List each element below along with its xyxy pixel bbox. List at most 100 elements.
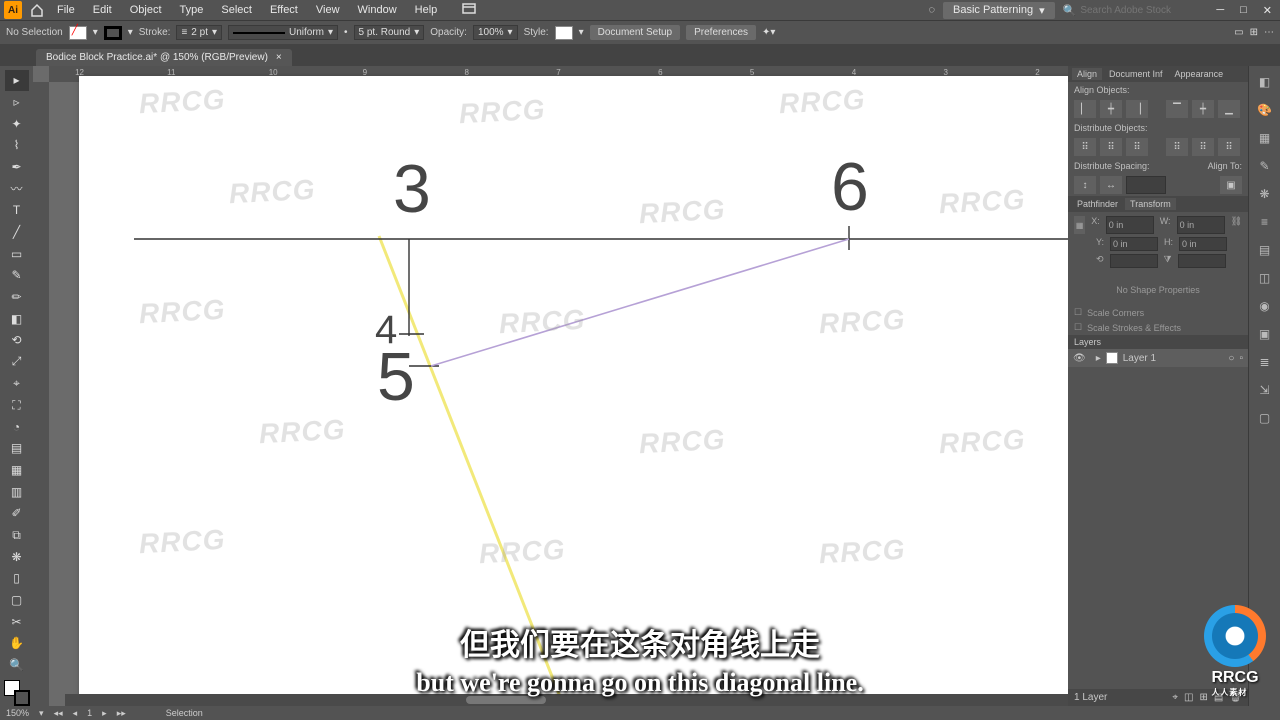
menu-effect[interactable]: Effect: [261, 4, 307, 16]
align-vcenter-button[interactable]: ┿: [1192, 100, 1214, 118]
tab-document-info[interactable]: Document Inf: [1104, 68, 1168, 80]
disclosure-icon[interactable]: ▸: [1096, 353, 1101, 364]
dist-vcenter-button[interactable]: ⠿: [1100, 138, 1122, 156]
shear-input[interactable]: [1178, 254, 1226, 268]
stroke-color-swatch[interactable]: [14, 690, 30, 706]
stroke-swatch[interactable]: [104, 26, 122, 40]
artboard-prev-icon[interactable]: ◂◂: [54, 708, 63, 719]
panel-menu-icon[interactable]: ⋯: [1264, 27, 1274, 38]
chevron-down-icon[interactable]: ▾: [128, 27, 133, 38]
align-hcenter-button[interactable]: ┿: [1100, 100, 1122, 118]
dist-space-v-button[interactable]: ↕: [1074, 176, 1096, 194]
stroke-profile-dropdown[interactable]: 5 pt. Round▾: [354, 25, 425, 40]
gradient-tool[interactable]: ▥: [5, 481, 29, 502]
stroke-weight-input[interactable]: ≡2 pt▾: [176, 25, 222, 40]
properties-panel-icon[interactable]: ◧: [1255, 72, 1275, 92]
tab-align[interactable]: Align: [1072, 68, 1102, 80]
h-input[interactable]: [1179, 237, 1227, 251]
layers-panel-header[interactable]: Layers: [1068, 335, 1248, 349]
new-sublayer-icon[interactable]: ⊞: [1199, 692, 1207, 703]
chevron-down-icon[interactable]: ▾: [93, 27, 98, 38]
visibility-icon[interactable]: 👁: [1073, 353, 1086, 364]
transform-button[interactable]: ✦▾: [762, 27, 775, 38]
document-tab[interactable]: Bodice Block Practice.ai* @ 150% (RGB/Pr…: [36, 49, 292, 66]
artboard-prev-icon[interactable]: ◂: [73, 708, 78, 719]
direct-selection-tool[interactable]: ▹: [5, 92, 29, 113]
tab-transform[interactable]: Transform: [1125, 198, 1176, 210]
scale-tool[interactable]: ⤢: [5, 352, 29, 373]
fill-stroke-control[interactable]: [4, 680, 30, 706]
artboard-number[interactable]: 1: [87, 708, 92, 718]
menu-view[interactable]: View: [307, 4, 349, 16]
menu-select[interactable]: Select: [212, 4, 261, 16]
align-bottom-button[interactable]: ▁: [1218, 100, 1240, 118]
dist-right-button[interactable]: ⠿: [1218, 138, 1240, 156]
menu-help[interactable]: Help: [406, 4, 447, 16]
free-transform-tool[interactable]: ⛶: [5, 395, 29, 416]
transparency-panel-icon[interactable]: ◫: [1255, 268, 1275, 288]
graphic-style-swatch[interactable]: [555, 26, 573, 40]
checkbox[interactable]: ☐: [1074, 322, 1082, 333]
line-tool[interactable]: ╱: [5, 222, 29, 243]
menu-object[interactable]: Object: [121, 4, 171, 16]
column-graph-tool[interactable]: ▯: [5, 568, 29, 589]
minimize-button[interactable]: ─: [1208, 4, 1232, 16]
align-right-button[interactable]: ▕: [1126, 100, 1148, 118]
dist-top-button[interactable]: ⠿: [1074, 138, 1096, 156]
target-icon[interactable]: ○: [1228, 353, 1234, 364]
locate-layer-icon[interactable]: ⌖: [1172, 692, 1178, 703]
perspective-tool[interactable]: ▤: [5, 438, 29, 459]
ruler-vertical[interactable]: [33, 82, 49, 706]
lasso-tool[interactable]: ⌇: [5, 135, 29, 156]
rectangle-tool[interactable]: ▭: [5, 243, 29, 264]
layers-panel-icon[interactable]: ≣: [1255, 352, 1275, 372]
zoom-tool[interactable]: 🔍: [5, 655, 29, 676]
artboard-tool[interactable]: ▢: [5, 590, 29, 611]
stock-search-input[interactable]: [1080, 5, 1200, 16]
stroke-style-dropdown[interactable]: Uniform▾: [228, 25, 338, 40]
maximize-button[interactable]: □: [1232, 4, 1255, 16]
asset-export-panel-icon[interactable]: ⇲: [1255, 380, 1275, 400]
type-tool[interactable]: T: [5, 200, 29, 221]
panel-toggle-icon[interactable]: ⊞: [1250, 27, 1258, 38]
brushes-panel-icon[interactable]: ✎: [1255, 156, 1275, 176]
document-setup-button[interactable]: Document Setup: [590, 25, 681, 40]
zoom-level[interactable]: 150%: [6, 708, 29, 718]
layer-name[interactable]: Layer 1: [1123, 353, 1156, 364]
mesh-tool[interactable]: ▦: [5, 460, 29, 481]
artboard-next-icon[interactable]: ▸▸: [117, 708, 126, 719]
menu-file[interactable]: File: [48, 4, 84, 16]
x-input[interactable]: [1106, 216, 1154, 234]
tab-appearance[interactable]: Appearance: [1170, 68, 1229, 80]
dist-spacing-input[interactable]: [1126, 176, 1166, 194]
scrollbar-thumb[interactable]: [466, 696, 546, 704]
link-icon[interactable]: ⛓: [1231, 216, 1242, 234]
symbols-panel-icon[interactable]: ❋: [1255, 184, 1275, 204]
gradient-panel-icon[interactable]: ▤: [1255, 240, 1275, 260]
horizontal-scrollbar[interactable]: [65, 694, 1068, 706]
checkbox[interactable]: ☐: [1074, 307, 1082, 318]
new-layer-icon[interactable]: ▤: [1214, 692, 1223, 703]
hand-tool[interactable]: ✋: [5, 633, 29, 654]
y-input[interactable]: [1110, 237, 1158, 251]
preferences-button[interactable]: Preferences: [686, 25, 756, 40]
dist-left-button[interactable]: ⠿: [1166, 138, 1188, 156]
artboard-next-icon[interactable]: ▸: [102, 708, 107, 719]
symbol-sprayer-tool[interactable]: ❋: [5, 546, 29, 567]
dist-space-h-button[interactable]: ↔: [1100, 176, 1122, 194]
panel-toggle-icon[interactable]: ▭: [1234, 27, 1243, 38]
canvas[interactable]: 3 6 4 5 RRCG RRCG RRCG RRCG RRCG RRCG RR…: [49, 82, 1068, 706]
swatches-panel-icon[interactable]: ▦: [1255, 128, 1275, 148]
chevron-down-icon[interactable]: ▾: [39, 708, 44, 719]
curvature-tool[interactable]: 〰: [5, 178, 29, 199]
chevron-down-icon[interactable]: ▾: [579, 27, 584, 38]
align-to-button[interactable]: ▣: [1220, 176, 1242, 194]
pen-tool[interactable]: ✒: [5, 157, 29, 178]
eraser-tool[interactable]: ◧: [5, 308, 29, 329]
arrange-docs-button[interactable]: [462, 2, 476, 19]
menu-type[interactable]: Type: [171, 4, 213, 16]
workspace-switcher[interactable]: Basic Patterning▾: [943, 2, 1055, 19]
blend-tool[interactable]: ⧉: [5, 525, 29, 546]
shape-builder-tool[interactable]: ◔: [5, 417, 29, 438]
reference-point-icon[interactable]: ▦: [1074, 216, 1085, 234]
